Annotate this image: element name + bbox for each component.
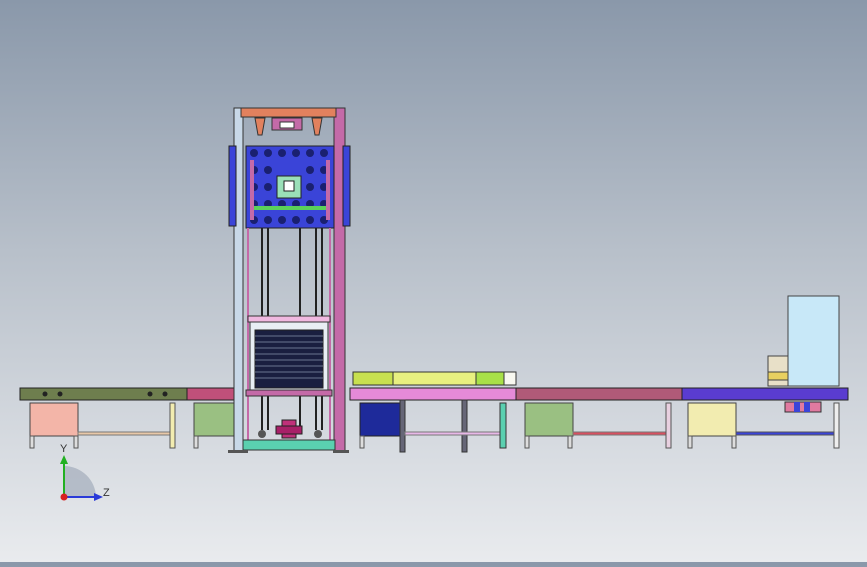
elevator-inner-rail <box>250 160 254 220</box>
elevator-tower[interactable] <box>228 107 351 453</box>
conveyor-4-cabinet <box>524 402 574 437</box>
assembly-drawing[interactable]: Y Z <box>0 0 867 562</box>
conveyor-1-cabinet <box>29 402 79 437</box>
conveyor-3-leg <box>499 402 507 449</box>
coordinate-triad: Y Z <box>60 443 110 501</box>
conveyor-2-cabinet <box>193 402 235 437</box>
conveyor-4-brace <box>572 431 669 436</box>
conveyor-1[interactable] <box>19 387 189 449</box>
conveyor-4-leg <box>524 435 530 449</box>
conveyor-4[interactable] <box>515 387 683 449</box>
conveyor-5-leg <box>833 402 840 449</box>
triad-y-arrow <box>60 455 68 464</box>
elevator-footing <box>228 450 248 453</box>
conveyor-2[interactable] <box>186 387 240 449</box>
conveyor-5-leg <box>731 435 737 449</box>
conveyor-4-leg <box>665 402 672 449</box>
cad-viewport[interactable]: Y Z <box>0 0 867 562</box>
conveyor-3-pallet-end <box>503 371 517 386</box>
conveyor-3-cabinet <box>359 402 403 437</box>
conveyor-5-sensor-band <box>767 371 789 381</box>
conveyor-5-bed <box>681 387 849 401</box>
conveyor-3-bed <box>349 387 518 401</box>
conveyor-3-leg <box>399 399 406 453</box>
conveyor-1-brace <box>77 431 174 436</box>
elevator-right-panel <box>342 145 351 227</box>
conveyor-5-enclosure <box>787 295 840 387</box>
elevator-top-mechanism <box>254 117 323 136</box>
elevator-carriage <box>245 315 333 397</box>
conveyor-3-brace <box>404 431 504 436</box>
elevator-inner-rail <box>326 160 330 220</box>
triad-z-label: Z <box>103 487 110 499</box>
conveyor-5-leg <box>687 435 693 449</box>
conveyor-4-bed <box>515 387 683 401</box>
conveyor-2-bed <box>186 387 240 401</box>
conveyor-1-leg <box>29 435 35 449</box>
elevator-left-panel <box>228 145 237 227</box>
conveyor-4-leg <box>567 435 573 449</box>
conveyor-3[interactable] <box>349 371 518 453</box>
triad-z-arrow <box>94 493 103 501</box>
conveyor-5-motor <box>784 401 822 413</box>
elevator-center-hub <box>283 180 295 192</box>
conveyor-5-cabinet <box>687 402 737 437</box>
elevator-footing <box>333 450 349 453</box>
elevator-green-rail <box>250 206 330 210</box>
conveyor-2-leg <box>193 435 199 449</box>
triad-origin <box>60 493 68 501</box>
conveyor-3-leg <box>461 399 468 453</box>
conveyor-1-leg <box>169 402 176 449</box>
triad-plane <box>64 466 96 497</box>
conveyor-1-leg <box>73 435 79 449</box>
elevator-top-bar <box>240 107 337 118</box>
conveyor-5-sensor <box>767 355 789 387</box>
triad-y-label: Y <box>60 443 68 455</box>
conveyor-3-pallet-end <box>352 371 394 386</box>
conveyor-3-pallet-end <box>475 371 505 386</box>
conveyor-3-leg <box>359 435 365 449</box>
conveyor-5[interactable] <box>681 295 849 449</box>
conveyor-5-brace <box>735 431 835 436</box>
